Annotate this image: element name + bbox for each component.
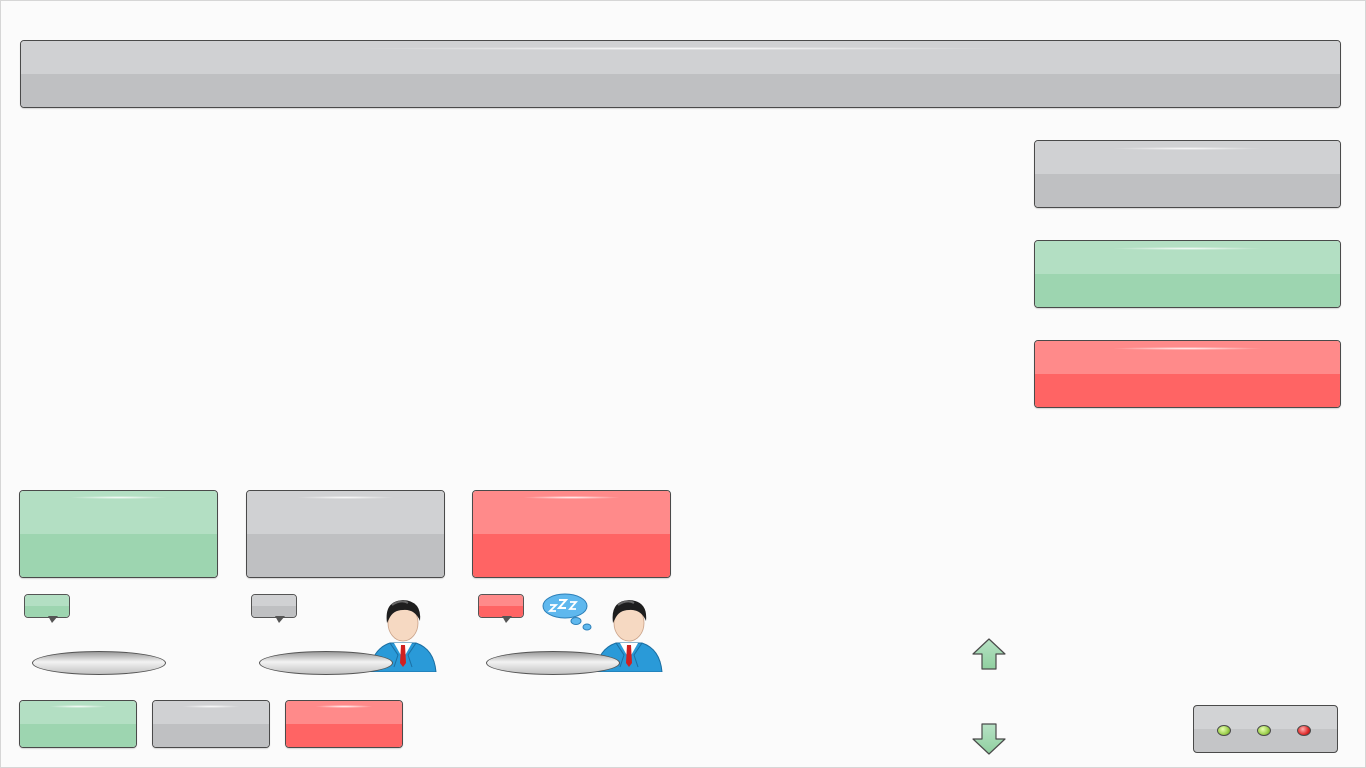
legend-button-gray[interactable] — [152, 700, 270, 748]
legend-button-green[interactable] — [19, 700, 137, 748]
legend-button-red[interactable] — [285, 700, 403, 748]
header-bar — [20, 40, 1341, 108]
status-panel-red[interactable] — [1034, 340, 1341, 408]
station-pad-1 — [32, 651, 166, 675]
status-panel-gray[interactable] — [1034, 140, 1341, 208]
station-pad-3 — [486, 651, 620, 675]
station-tile-2[interactable] — [246, 490, 445, 578]
station-pad-2 — [259, 651, 393, 675]
sleep-zzz-icon — [542, 593, 592, 631]
speech-bubble-red-icon — [478, 594, 526, 623]
led-green-2-icon — [1257, 725, 1271, 736]
indicator-panel — [1193, 705, 1338, 753]
station-tile-1[interactable] — [19, 490, 218, 578]
arrow-down-icon[interactable] — [971, 722, 1007, 756]
speech-bubble-gray-icon — [251, 594, 299, 623]
status-panel-green[interactable] — [1034, 240, 1341, 308]
led-green-1-icon — [1217, 725, 1231, 736]
station-tile-3[interactable] — [472, 490, 671, 578]
arrow-up-icon[interactable] — [971, 637, 1007, 671]
speech-bubble-green-icon — [24, 594, 72, 623]
led-red-icon — [1297, 725, 1311, 736]
